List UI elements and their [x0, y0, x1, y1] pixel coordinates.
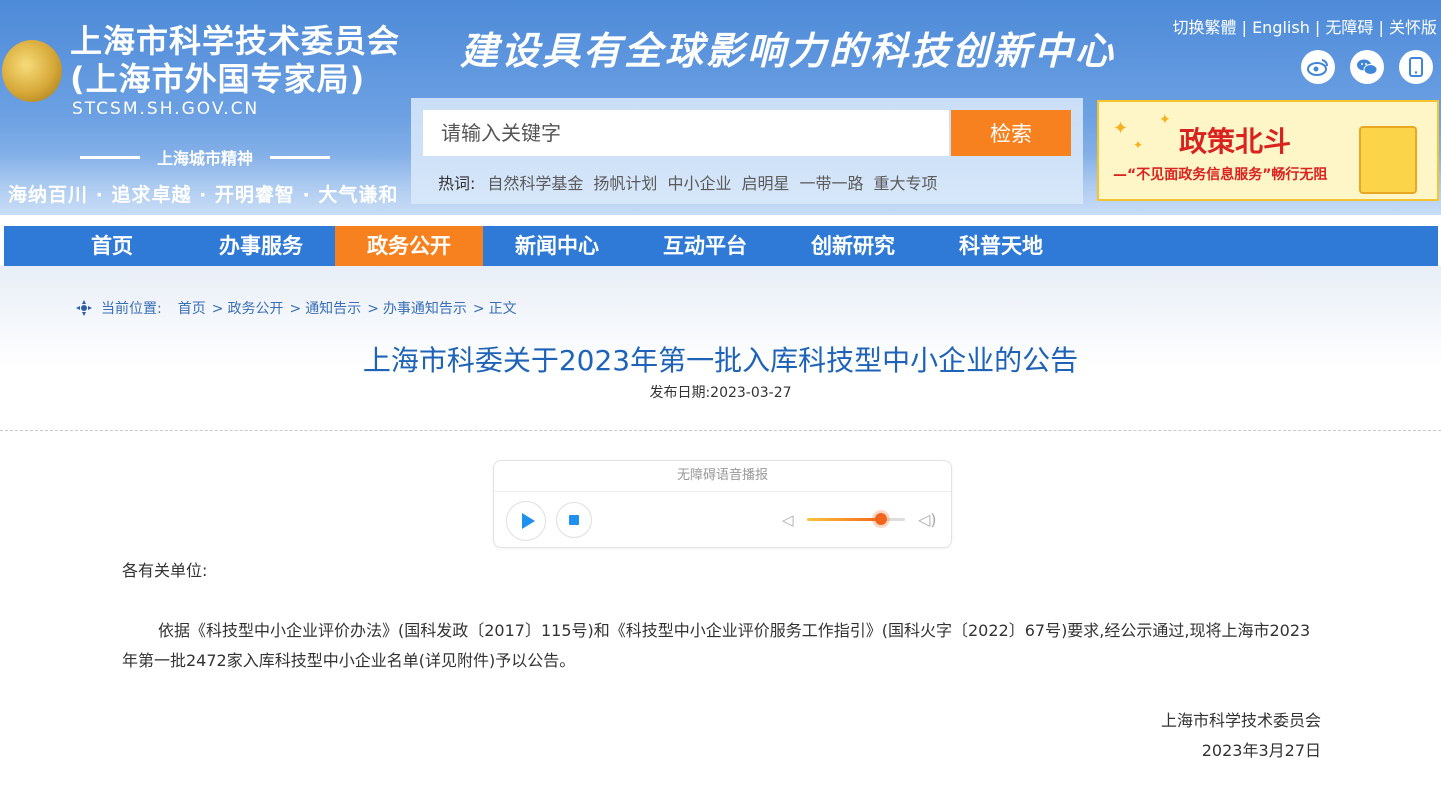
weibo-icon[interactable]: [1301, 50, 1335, 84]
breadcrumb-separator: >: [472, 301, 485, 317]
star-icon: ✦: [1159, 112, 1171, 128]
play-button[interactable]: [506, 501, 546, 541]
hotword-link[interactable]: 自然科学基金: [487, 174, 583, 193]
banner-subtitle: —“不见面政务信息服务”畅行无阻: [1113, 167, 1328, 183]
divider: [0, 430, 1441, 431]
breadcrumb-item-service-notices[interactable]: 办事通知告示: [383, 301, 467, 317]
hotwords: 热词: 自然科学基金 扬帆计划 中小企业 启明星 一带一路 重大专项: [438, 170, 948, 194]
nav-interaction[interactable]: 互动平台: [631, 226, 779, 266]
policy-beidou-banner[interactable]: ✦ ✦ ✦ 政策北斗 —“不见面政务信息服务”畅行无阻: [1097, 100, 1439, 201]
breadcrumb-item-current: 正文: [488, 301, 517, 317]
hotword-link[interactable]: 一带一路: [799, 174, 863, 193]
site-header: 上海市科学技术委员会 (上海市外国专家局) STCSM.SH.GOV.CN 上海…: [0, 0, 1441, 215]
breadcrumb-label: 当前位置:: [101, 301, 162, 317]
article-title: 上海市科委关于2023年第一批入库科技型中小企业的公告: [362, 344, 1079, 377]
salutation: 各有关单位:: [122, 561, 208, 580]
link-english[interactable]: English: [1252, 18, 1310, 37]
site-title[interactable]: 上海市科学技术委员会 (上海市外国专家局): [70, 22, 400, 98]
volume-low-icon: ◁: [782, 511, 794, 529]
nav-news[interactable]: 新闻中心: [483, 226, 631, 266]
search-input[interactable]: [423, 110, 949, 156]
emblem-logo[interactable]: [2, 40, 62, 102]
hotword-link[interactable]: 中小企业: [667, 174, 731, 193]
hotword-link[interactable]: 重大专项: [873, 174, 937, 193]
nav-services[interactable]: 办事服务: [187, 226, 335, 266]
hotwords-label: 热词:: [438, 174, 476, 193]
volume-fill: [807, 518, 881, 521]
breadcrumb: 当前位置: 首页 > 政务公开 > 通知告示 > 办事通知告示 > 正文: [75, 298, 519, 318]
main-nav: 首页 办事服务 政务公开 新闻中心 互动平台 创新研究 科普天地: [4, 226, 1438, 266]
publish-date: 发布日期:2023-03-27: [0, 382, 1441, 402]
star-icon: ✦: [1113, 118, 1129, 139]
publish-date-label: 发布日期:: [649, 385, 711, 401]
volume-handle[interactable]: [874, 513, 887, 525]
hotword-link[interactable]: 扬帆计划: [593, 174, 657, 193]
city-spirit-text: 海纳百川 · 追求卓越 · 开明睿智 · 大气谦和: [8, 184, 399, 206]
breadcrumb-item-home[interactable]: 首页: [178, 301, 206, 317]
article-paragraph: 依据《科技型中小企业评价办法》(国科发政〔2017〕115号)和《科技型中小企业…: [122, 621, 1311, 670]
signature-date: 2023年3月27日: [1201, 741, 1321, 760]
nav-science-pop[interactable]: 科普天地: [927, 226, 1075, 266]
search-panel: 检索 热词: 自然科学基金扬帆计划中小企业启明星一带一路重大专项: [411, 98, 1083, 204]
nav-home[interactable]: 首页: [46, 226, 178, 266]
volume-high-icon: ◁): [918, 510, 937, 529]
breadcrumb-separator: >: [211, 301, 224, 317]
hotword-link[interactable]: 启明星: [741, 174, 789, 193]
breadcrumb-item-gov-affairs[interactable]: 政务公开: [227, 301, 283, 317]
link-accessibility[interactable]: 无障碍: [1325, 18, 1373, 37]
wechat-icon[interactable]: [1350, 50, 1384, 84]
document-icon: [1359, 126, 1417, 194]
player-title: 无障碍语音播报: [494, 461, 951, 492]
breadcrumb-separator: >: [367, 301, 379, 317]
search-button[interactable]: 检索: [951, 110, 1071, 156]
stop-button[interactable]: [556, 502, 592, 538]
star-icon: ✦: [1133, 138, 1144, 152]
breadcrumb-item-notices[interactable]: 通知告示: [305, 301, 361, 317]
city-spirit-title: 上海城市精神: [70, 145, 340, 169]
slogan: 建设具有全球影响力的科技创新中心: [460, 28, 1117, 73]
mobile-icon[interactable]: [1399, 50, 1433, 84]
publish-date-value: 2023-03-27: [710, 385, 792, 401]
site-domain: STCSM.SH.GOV.CN: [72, 99, 260, 119]
site-title-line2: (上海市外国专家局): [70, 60, 366, 98]
top-links: 切换繁體 | English | 无障碍 | 关怀版: [1172, 18, 1437, 37]
location-icon: [76, 300, 92, 316]
banner-title: 政策北斗: [1179, 125, 1292, 158]
nav-innovation[interactable]: 创新研究: [779, 226, 927, 266]
breadcrumb-separator: >: [289, 301, 302, 317]
nav-gov-affairs[interactable]: 政务公开: [335, 226, 483, 266]
audio-player: 无障碍语音播报 ◁ ◁): [493, 460, 952, 548]
volume-slider[interactable]: [807, 513, 905, 525]
signature-org: 上海市科学技术委员会: [1160, 711, 1321, 730]
link-care-mode[interactable]: 关怀版: [1389, 18, 1437, 37]
site-title-line1: 上海市科学技术委员会: [70, 22, 401, 60]
link-traditional[interactable]: 切换繁體: [1172, 18, 1236, 37]
